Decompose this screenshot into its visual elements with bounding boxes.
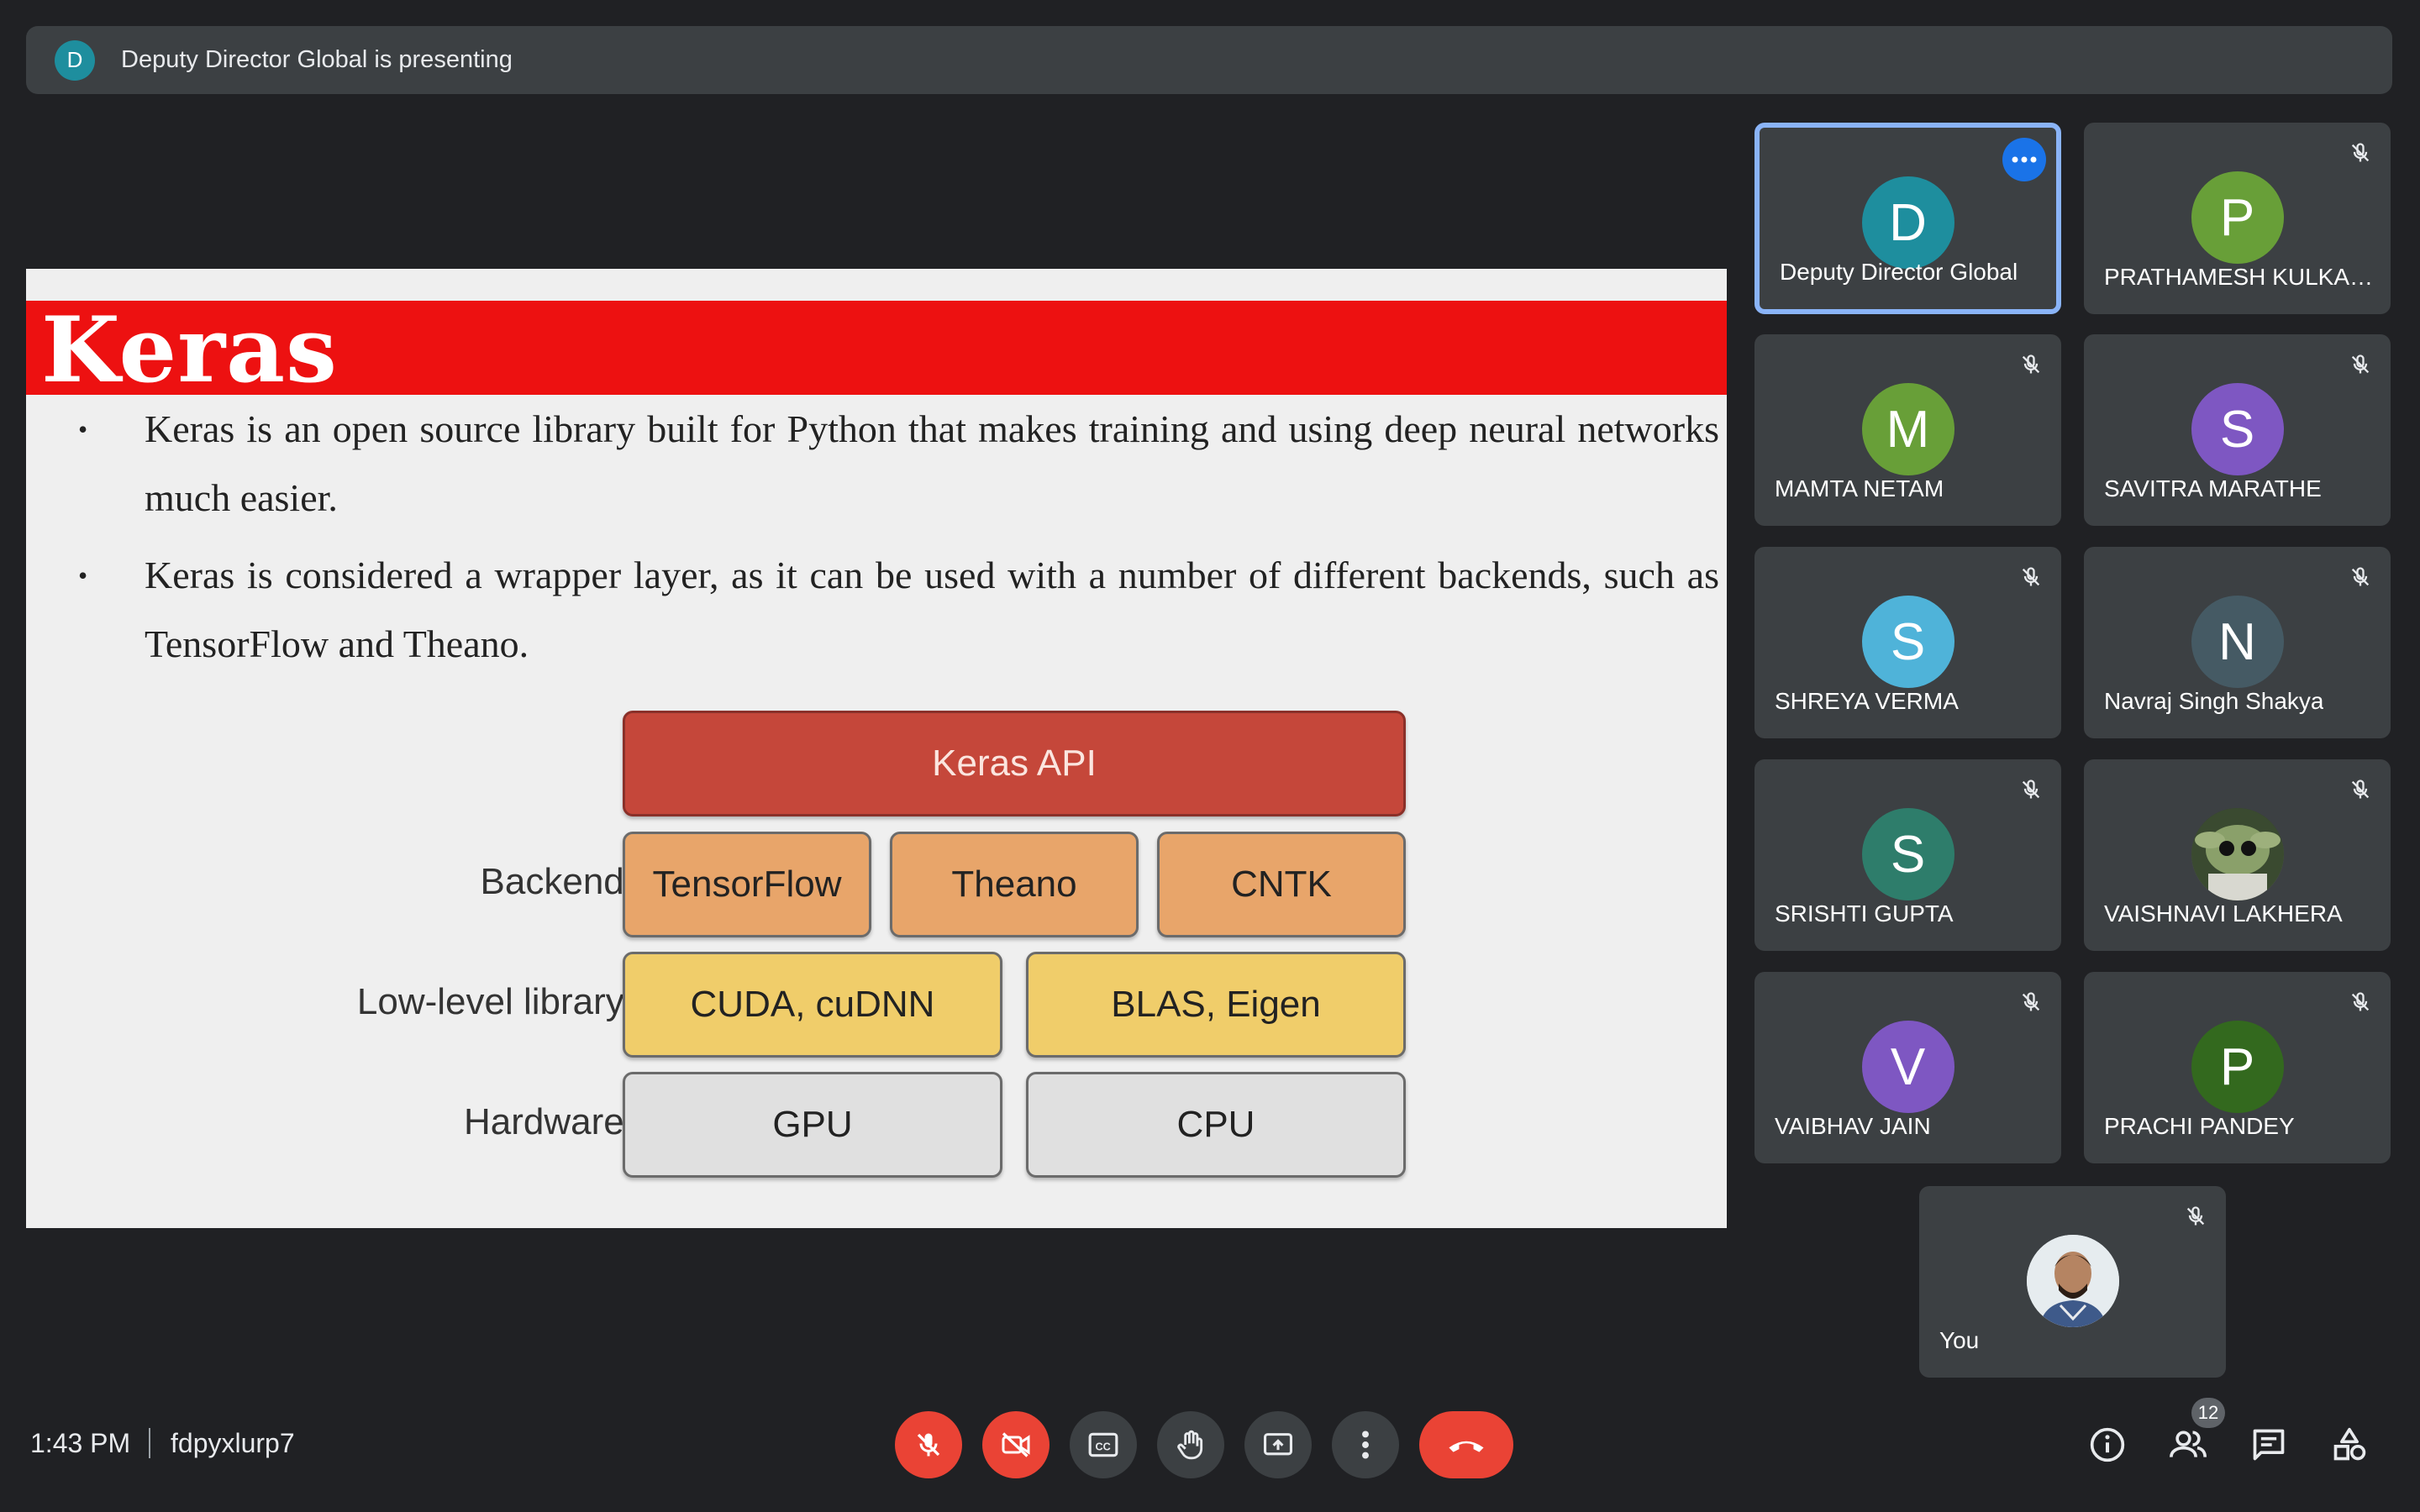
mic-off-icon (2342, 134, 2379, 171)
meeting-time: 1:43 PM (30, 1428, 131, 1458)
participant-avatar: P (2191, 171, 2284, 264)
cuda-box: CUDA, cuDNN (623, 952, 1002, 1058)
cntk-box: CNTK (1157, 832, 1406, 937)
leave-call-button[interactable] (1419, 1411, 1513, 1478)
svg-text:CC: CC (1096, 1441, 1111, 1452)
participant-tile[interactable]: P PRACHI PANDEY (2084, 972, 2391, 1163)
people-count-badge: 12 (2191, 1398, 2225, 1428)
chat-button[interactable] (2242, 1418, 2296, 1472)
mic-off-icon (2342, 559, 2379, 596)
participant-name: SRISHTI GUPTA (1775, 900, 1954, 927)
activities-button[interactable] (2323, 1418, 2376, 1472)
mic-off-icon (2012, 984, 2049, 1021)
participant-avatar: S (1861, 596, 1954, 688)
participant-tile[interactable]: S SRISHTI GUPTA (1754, 759, 2061, 951)
bottom-divider (149, 1428, 150, 1458)
participant-avatar: N (2191, 596, 2284, 688)
camera-off-icon (1002, 1432, 1030, 1457)
info-icon (2090, 1427, 2125, 1462)
self-name: You (1939, 1327, 1980, 1353)
more-options-icon[interactable] (2002, 138, 2046, 181)
closed-captions-icon: CC (1088, 1432, 1118, 1457)
presenting-banner: D Deputy Director Global is presenting (26, 26, 2392, 94)
participant-name: VAISHNAVI LAKHERA (2104, 900, 2343, 927)
participant-tile[interactable]: M MAMTA NETAM (1754, 334, 2061, 526)
mic-off-icon (2012, 346, 2049, 383)
mic-off-icon (2012, 771, 2049, 808)
theano-box: Theano (890, 832, 1139, 937)
participant-tile[interactable]: P PRATHAMESH KULKAR... (2084, 123, 2391, 314)
mic-off-icon (2342, 771, 2379, 808)
participant-avatar: S (2191, 383, 2284, 475)
lowlevel-label: Low-level library: (356, 981, 634, 1022)
participant-name: VAIBHAV JAIN (1775, 1113, 1931, 1139)
camera-toggle-button[interactable] (982, 1411, 1050, 1478)
blas-box: BLAS, Eigen (1026, 952, 1406, 1058)
participant-avatar: V (1861, 1021, 1954, 1113)
microphone-toggle-button[interactable] (895, 1411, 962, 1478)
profile-photo-avatar (2191, 808, 2284, 900)
captions-button[interactable]: CC (1070, 1411, 1137, 1478)
participant-tile[interactable]: S SAVITRA MARATHE (2084, 334, 2391, 526)
cpu-box: CPU (1026, 1072, 1406, 1178)
backend-label: Backend: (480, 861, 634, 902)
self-tile[interactable]: You (1919, 1186, 2226, 1378)
more-options-button[interactable] (1332, 1411, 1399, 1478)
participant-tile[interactable]: VAISHNAVI LAKHERA (2084, 759, 2391, 951)
participant-name: SHREYA VERMA (1775, 688, 1959, 714)
tensorflow-box: TensorFlow (623, 832, 871, 937)
participant-name: PRACHI PANDEY (2104, 1113, 2295, 1139)
participant-tile[interactable]: D Deputy Director Global (1754, 123, 2061, 314)
chat-icon (2253, 1429, 2285, 1461)
presentation-slide: Keras • Keras is an open source library … (26, 269, 1727, 1228)
mic-off-icon (2177, 1198, 2214, 1235)
present-screen-button[interactable] (1244, 1411, 1312, 1478)
keras-api-box: Keras API (623, 711, 1406, 816)
more-vert-icon (1362, 1431, 1369, 1459)
people-icon (2170, 1431, 2207, 1457)
mic-off-icon (2012, 559, 2049, 596)
participant-name: Navraj Singh Shakya (2104, 688, 2324, 714)
presenting-text: Deputy Director Global is presenting (121, 46, 513, 73)
participant-name: MAMTA NETAM (1775, 475, 1944, 501)
participant-avatar: S (1861, 808, 1954, 900)
raise-hand-button[interactable] (1157, 1411, 1224, 1478)
participant-name: SAVITRA MARATHE (2104, 475, 2322, 501)
activities-shapes-icon (2333, 1427, 2366, 1461)
hand-icon (1177, 1430, 1203, 1460)
mic-off-icon (2342, 984, 2379, 1021)
participant-name: PRATHAMESH KULKAR... (2104, 264, 2381, 290)
end-call-icon (1449, 1441, 1484, 1452)
mic-off-icon (917, 1433, 940, 1457)
presenter-avatar: D (55, 39, 95, 81)
self-photo-avatar (2026, 1235, 2119, 1327)
participant-tile[interactable]: V VAIBHAV JAIN (1754, 972, 2061, 1163)
participant-avatar: D (1861, 176, 1954, 269)
hardware-label: Hardware: (464, 1101, 634, 1142)
participant-avatar: P (2191, 1021, 2284, 1113)
meeting-code: fdpyxlurp7 (171, 1428, 295, 1458)
gpu-box: GPU (623, 1072, 1002, 1178)
present-icon (1264, 1433, 1292, 1456)
participant-tile[interactable]: N Navraj Singh Shakya (2084, 547, 2391, 738)
keras-architecture-diagram: Keras API Backend: TensorFlow Theano CNT… (26, 269, 1727, 1228)
participant-name: Deputy Director Global (1780, 259, 2018, 285)
mic-off-icon (2342, 346, 2379, 383)
participant-avatar: M (1861, 383, 1954, 475)
participant-tile[interactable]: S SHREYA VERMA (1754, 547, 2061, 738)
meeting-details-button[interactable] (2081, 1418, 2134, 1472)
